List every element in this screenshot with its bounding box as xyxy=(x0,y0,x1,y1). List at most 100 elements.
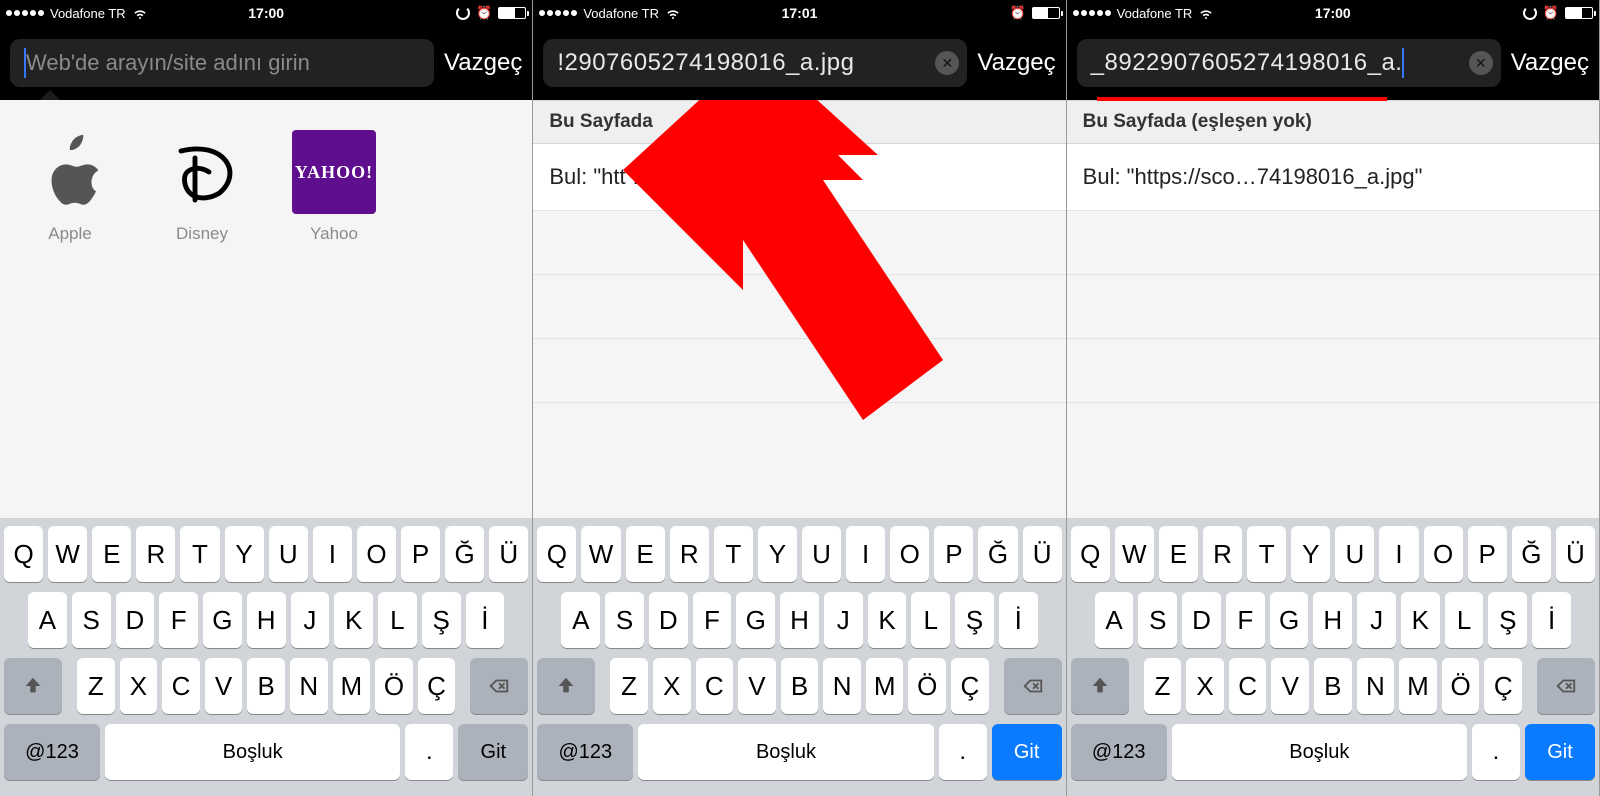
key-x[interactable]: X xyxy=(1186,658,1224,714)
key-d[interactable]: D xyxy=(116,592,155,648)
find-result-row[interactable]: Bul: "https://sco…74198016_a.jpg" xyxy=(1067,144,1599,211)
key-i̇[interactable]: İ xyxy=(999,592,1038,648)
key-s[interactable]: S xyxy=(605,592,644,648)
key-v[interactable]: V xyxy=(738,658,776,714)
key-dot[interactable]: . xyxy=(939,724,987,780)
key-ş[interactable]: Ş xyxy=(955,592,994,648)
key-dot[interactable]: . xyxy=(1472,724,1520,780)
favorite-disney[interactable]: Disney xyxy=(156,130,248,244)
key-g[interactable]: G xyxy=(203,592,242,648)
key-k[interactable]: K xyxy=(334,592,373,648)
key-ü[interactable]: Ü xyxy=(1556,526,1595,582)
url-search-input[interactable]: _892290760527419801​6_a. ✕ xyxy=(1077,39,1501,87)
key-shift[interactable] xyxy=(1071,658,1129,714)
key-z[interactable]: Z xyxy=(77,658,115,714)
key-w[interactable]: W xyxy=(48,526,87,582)
key-e[interactable]: E xyxy=(1159,526,1198,582)
key-go[interactable]: Git xyxy=(1525,724,1595,780)
key-backspace[interactable] xyxy=(1004,658,1062,714)
key-ö[interactable]: Ö xyxy=(1442,658,1480,714)
key-dot[interactable]: . xyxy=(405,724,453,780)
key-v[interactable]: V xyxy=(1271,658,1309,714)
cancel-button[interactable]: Vazgeç xyxy=(977,49,1055,77)
key-i[interactable]: I xyxy=(313,526,352,582)
key-k[interactable]: K xyxy=(1401,592,1440,648)
key-j[interactable]: J xyxy=(1357,592,1396,648)
key-c[interactable]: C xyxy=(696,658,734,714)
key-j[interactable]: J xyxy=(824,592,863,648)
key-j[interactable]: J xyxy=(291,592,330,648)
key-w[interactable]: W xyxy=(1115,526,1154,582)
key-k[interactable]: K xyxy=(868,592,907,648)
key-t[interactable]: T xyxy=(180,526,219,582)
key-shift[interactable] xyxy=(537,658,595,714)
key-go[interactable]: Git xyxy=(992,724,1062,780)
key-i[interactable]: I xyxy=(1379,526,1418,582)
key-n[interactable]: N xyxy=(290,658,328,714)
key-t[interactable]: T xyxy=(1247,526,1286,582)
key-at123[interactable]: @123 xyxy=(1071,724,1167,780)
key-s[interactable]: S xyxy=(72,592,111,648)
key-ç[interactable]: Ç xyxy=(951,658,989,714)
key-y[interactable]: Y xyxy=(758,526,797,582)
key-p[interactable]: P xyxy=(1468,526,1507,582)
key-f[interactable]: F xyxy=(693,592,732,648)
key-n[interactable]: N xyxy=(1357,658,1395,714)
find-result-row[interactable]: Bul: "htt …74198016_a.jpg" xyxy=(533,144,1065,211)
key-ö[interactable]: Ö xyxy=(375,658,413,714)
key-space[interactable]: Boşluk xyxy=(105,724,400,780)
key-o[interactable]: O xyxy=(357,526,396,582)
key-go[interactable]: Git xyxy=(458,724,528,780)
key-e[interactable]: E xyxy=(92,526,131,582)
key-a[interactable]: A xyxy=(28,592,67,648)
key-u[interactable]: U xyxy=(802,526,841,582)
key-shift[interactable] xyxy=(4,658,62,714)
key-h[interactable]: H xyxy=(1313,592,1352,648)
key-l[interactable]: L xyxy=(378,592,417,648)
key-e[interactable]: E xyxy=(626,526,665,582)
key-ü[interactable]: Ü xyxy=(489,526,528,582)
key-i̇[interactable]: İ xyxy=(466,592,505,648)
key-ğ[interactable]: Ğ xyxy=(445,526,484,582)
favorite-apple[interactable]: Apple xyxy=(24,130,116,244)
key-t[interactable]: T xyxy=(714,526,753,582)
key-o[interactable]: O xyxy=(1424,526,1463,582)
key-l[interactable]: L xyxy=(1445,592,1484,648)
key-f[interactable]: F xyxy=(159,592,198,648)
key-backspace[interactable] xyxy=(470,658,528,714)
key-a[interactable]: A xyxy=(1095,592,1134,648)
key-n[interactable]: N xyxy=(823,658,861,714)
key-y[interactable]: Y xyxy=(1291,526,1330,582)
key-x[interactable]: X xyxy=(120,658,158,714)
clear-icon[interactable]: ✕ xyxy=(1469,51,1493,75)
key-i[interactable]: I xyxy=(846,526,885,582)
key-q[interactable]: Q xyxy=(4,526,43,582)
key-m[interactable]: M xyxy=(866,658,904,714)
clear-icon[interactable]: ✕ xyxy=(935,51,959,75)
key-l[interactable]: L xyxy=(911,592,950,648)
key-z[interactable]: Z xyxy=(1144,658,1182,714)
key-d[interactable]: D xyxy=(649,592,688,648)
key-ç[interactable]: Ç xyxy=(418,658,456,714)
key-ğ[interactable]: Ğ xyxy=(978,526,1017,582)
key-d[interactable]: D xyxy=(1182,592,1221,648)
key-g[interactable]: G xyxy=(1270,592,1309,648)
key-p[interactable]: P xyxy=(934,526,973,582)
key-ç[interactable]: Ç xyxy=(1484,658,1522,714)
favorite-yahoo[interactable]: YAHOO! Yahoo xyxy=(288,130,380,244)
key-z[interactable]: Z xyxy=(610,658,648,714)
key-v[interactable]: V xyxy=(205,658,243,714)
key-m[interactable]: M xyxy=(1399,658,1437,714)
key-at123[interactable]: @123 xyxy=(4,724,100,780)
cancel-button[interactable]: Vazgeç xyxy=(1511,49,1589,77)
key-g[interactable]: G xyxy=(736,592,775,648)
key-space[interactable]: Boşluk xyxy=(638,724,933,780)
key-at123[interactable]: @123 xyxy=(537,724,633,780)
url-search-input[interactable]: !2907605274198016_a.jpg ✕ xyxy=(543,39,967,87)
key-r[interactable]: R xyxy=(136,526,175,582)
key-w[interactable]: W xyxy=(581,526,620,582)
key-y[interactable]: Y xyxy=(225,526,264,582)
key-u[interactable]: U xyxy=(269,526,308,582)
key-ü[interactable]: Ü xyxy=(1023,526,1062,582)
key-q[interactable]: Q xyxy=(537,526,576,582)
